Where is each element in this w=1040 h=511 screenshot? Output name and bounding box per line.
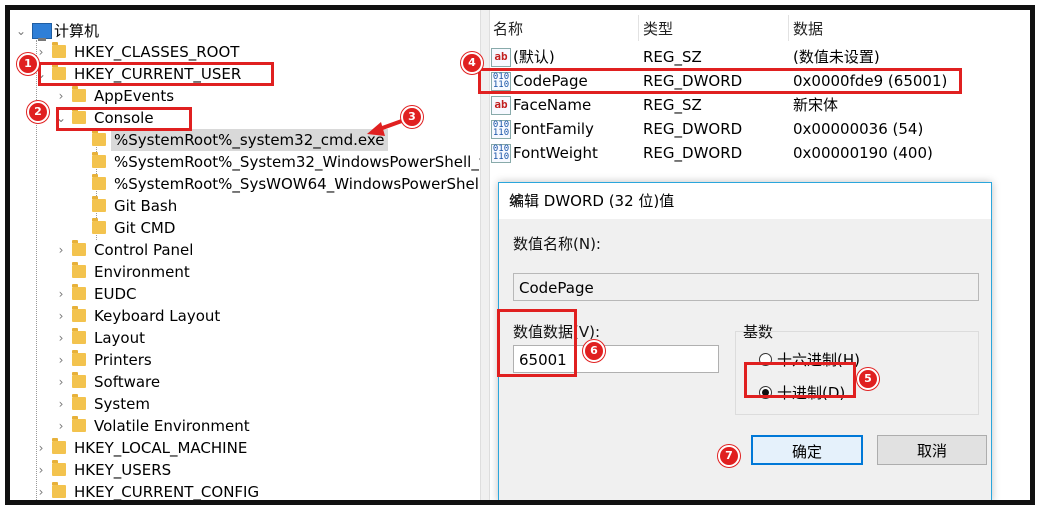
chevron-right-icon[interactable]: › xyxy=(54,305,68,327)
annotation-badge-1: 1 xyxy=(17,53,39,75)
highlight-box-value-data xyxy=(497,309,577,377)
tree-node-label: Control Panel xyxy=(94,241,194,259)
value-name: FontWeight xyxy=(513,144,598,162)
chevron-right-icon[interactable]: › xyxy=(34,459,48,481)
folder-icon xyxy=(92,152,106,168)
value-data: (数值未设置) xyxy=(793,48,880,66)
ok-button[interactable]: 确定 xyxy=(751,435,863,465)
dword-value-icon: 010 110 xyxy=(491,120,511,139)
annotation-badge-6: 6 xyxy=(583,340,605,362)
tree-node-label: EUDC xyxy=(94,285,137,303)
value-data: 新宋体 xyxy=(793,96,839,114)
value-data: 0x00000036 (54) xyxy=(793,120,924,138)
value-type: REG_SZ xyxy=(643,96,702,114)
chevron-down-icon[interactable]: ⌄ xyxy=(14,20,28,42)
chevron-right-icon[interactable]: › xyxy=(54,393,68,415)
folder-icon xyxy=(72,240,86,256)
annotation-badge-2: 2 xyxy=(27,101,49,123)
annotation-badge-4: 4 xyxy=(461,52,483,74)
value-row[interactable]: ab FaceName REG_SZ 新宋体 xyxy=(488,93,1030,117)
folder-icon xyxy=(92,174,106,190)
chevron-right-icon[interactable]: › xyxy=(54,371,68,393)
value-type: REG_DWORD xyxy=(643,144,743,162)
tree-node-label: %SystemRoot%_System32_WindowsPowerShell_… xyxy=(114,153,480,171)
folder-icon xyxy=(72,372,86,388)
chevron-right-icon[interactable]: › xyxy=(54,239,68,261)
folder-icon xyxy=(92,196,106,212)
chevron-right-icon[interactable]: › xyxy=(54,349,68,371)
value-name: FontFamily xyxy=(513,120,594,138)
chevron-right-icon[interactable]: › xyxy=(54,415,68,437)
close-icon[interactable]: ✕ xyxy=(509,183,977,219)
dialog-title-bar[interactable]: 编辑 DWORD (32 位)值 ✕ xyxy=(499,183,991,219)
value-name: FaceName xyxy=(513,96,592,114)
tree-node-label: %SystemRoot%_system32_cmd.exe xyxy=(111,129,388,151)
folder-icon xyxy=(52,438,66,454)
tree-node-label: HKEY_CLASSES_ROOT xyxy=(74,43,240,61)
folder-icon xyxy=(72,284,86,300)
string-value-icon: ab xyxy=(491,96,511,115)
folder-icon xyxy=(52,460,66,476)
tree-node-label: HKEY_LOCAL_MACHINE xyxy=(74,439,248,457)
highlight-box-codepage xyxy=(478,68,962,94)
folder-icon xyxy=(52,42,66,58)
value-row[interactable]: 010 110 FontWeight REG_DWORD 0x00000190 (… xyxy=(488,141,1030,165)
chevron-right-icon[interactable]: › xyxy=(54,85,68,107)
tree-node-label: %SystemRoot%_SysWOW64_WindowsPowerShell_ xyxy=(114,175,480,193)
tree-node-label: HKEY_CURRENT_CONFIG xyxy=(74,483,260,500)
column-divider[interactable] xyxy=(788,15,789,41)
column-header-name[interactable]: 名称 xyxy=(493,18,523,40)
value-name-label: 数值名称(N): xyxy=(513,235,601,253)
value-type: REG_SZ xyxy=(643,48,702,66)
value-name-field[interactable]: CodePage xyxy=(513,273,979,301)
folder-icon xyxy=(72,328,86,344)
value-row[interactable]: 010 110 FontFamily REG_DWORD 0x00000036 (… xyxy=(488,117,1030,141)
tree-node-label: Git Bash xyxy=(114,197,178,215)
chevron-right-icon[interactable]: › xyxy=(54,283,68,305)
column-header-data[interactable]: 数据 xyxy=(793,18,823,40)
folder-icon xyxy=(72,350,86,366)
computer-icon xyxy=(32,23,52,41)
folder-icon xyxy=(72,306,86,322)
value-type: REG_DWORD xyxy=(643,120,743,138)
chevron-right-icon[interactable]: › xyxy=(54,327,68,349)
tree-node-label: System xyxy=(94,395,150,413)
tree-node-label: Volatile Environment xyxy=(94,417,250,435)
chevron-right-icon[interactable]: › xyxy=(34,481,48,500)
tree-node-label: 计算机 xyxy=(54,22,100,40)
folder-icon xyxy=(92,218,106,234)
tree-node-label: Keyboard Layout xyxy=(94,307,221,325)
folder-icon xyxy=(92,130,106,146)
annotation-badge-3: 3 xyxy=(401,106,423,128)
tree-node-label: Printers xyxy=(94,351,152,369)
tree-node-label: AppEvents xyxy=(94,87,175,105)
annotation-badge-7: 7 xyxy=(718,445,740,467)
folder-icon xyxy=(72,86,86,102)
column-header-type[interactable]: 类型 xyxy=(643,18,673,40)
highlight-box-console xyxy=(56,107,192,131)
tree-node-label: HKEY_USERS xyxy=(74,461,172,479)
highlight-box-hkcu xyxy=(38,62,274,86)
value-name: (默认) xyxy=(513,48,555,66)
tree-node-label: Git CMD xyxy=(114,219,176,237)
annotation-badge-5: 5 xyxy=(857,368,879,390)
tree-node-label: Layout xyxy=(94,329,145,347)
string-value-icon: ab xyxy=(491,48,511,67)
dword-value-icon: 010 110 xyxy=(491,144,511,163)
column-divider[interactable] xyxy=(638,15,639,41)
cancel-button[interactable]: 取消 xyxy=(877,435,987,465)
folder-icon xyxy=(72,394,86,410)
value-row[interactable]: ab (默认) REG_SZ (数值未设置) xyxy=(488,45,1030,69)
tree-node-label: Environment xyxy=(94,263,190,281)
value-data: 0x00000190 (400) xyxy=(793,144,933,162)
registry-editor-window: ⌄ 计算机 › HKEY_CLASSES_ROOT ⌄ HKEY_CURRENT… xyxy=(10,10,1030,500)
tree-node-label: Software xyxy=(94,373,161,391)
folder-icon xyxy=(72,416,86,432)
folder-icon xyxy=(72,262,86,278)
chevron-right-icon[interactable]: › xyxy=(34,437,48,459)
folder-icon xyxy=(52,482,66,498)
highlight-box-decimal xyxy=(744,362,856,398)
